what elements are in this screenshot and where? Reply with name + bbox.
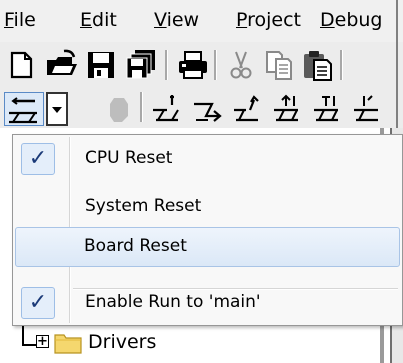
run-to-cursor-icon[interactable] (270, 92, 304, 126)
toolbar-edge (396, 88, 398, 128)
toolbar-separator (165, 50, 168, 80)
dropdown-arrow-icon[interactable] (46, 92, 68, 126)
reset-split-button[interactable] (4, 92, 82, 126)
tree-connector-line (22, 344, 36, 346)
copy-icon[interactable] (262, 48, 296, 82)
menu-file[interactable]: File (4, 7, 36, 33)
menu-item-cpu-reset[interactable]: ✓ CPU Reset (15, 139, 400, 179)
cut-icon[interactable] (224, 48, 258, 82)
standard-toolbar (0, 42, 403, 88)
save-all-icon[interactable] (124, 48, 158, 82)
menu-item-system-reset[interactable]: System Reset (15, 187, 400, 227)
tree-node-drivers[interactable]: Drivers (88, 328, 156, 356)
stop-icon[interactable] (102, 92, 136, 126)
reset-dropdown-menu: ✓ CPU Reset System Reset Board Reset ✓ E… (12, 134, 403, 326)
menubar-edge (396, 0, 398, 42)
step-out-icon[interactable] (230, 92, 264, 126)
expand-icon[interactable]: + (36, 335, 49, 348)
menu-project[interactable]: Project (236, 7, 301, 33)
menu-item-board-reset[interactable]: Board Reset (15, 227, 400, 267)
save-icon[interactable] (84, 48, 118, 82)
menu-bar: File Edit View Project Debug (0, 0, 403, 42)
paste-icon[interactable] (300, 48, 334, 82)
open-folder-icon[interactable] (44, 48, 78, 82)
check-icon: ✓ (21, 143, 55, 175)
toolbar-separator (340, 50, 343, 80)
step-icon[interactable] (150, 92, 184, 126)
reset-icon[interactable] (4, 92, 44, 126)
toolbar-separator (140, 92, 143, 122)
show-next-statement-icon[interactable] (310, 92, 344, 126)
new-file-icon[interactable] (4, 48, 38, 82)
step-next-icon[interactable] (350, 92, 384, 126)
print-icon[interactable] (176, 48, 210, 82)
toolbar-separator (214, 50, 217, 80)
menu-view[interactable]: View (154, 7, 199, 33)
folder-icon (54, 332, 82, 354)
step-over-icon[interactable] (190, 92, 224, 126)
menu-item-enable-run-to-main[interactable]: ✓ Enable Run to 'main' (15, 283, 400, 323)
menu-debug[interactable]: Debug (320, 7, 383, 33)
check-icon: ✓ (21, 287, 55, 319)
toolbar-edge (396, 42, 398, 88)
menu-edit[interactable]: Edit (80, 7, 117, 33)
